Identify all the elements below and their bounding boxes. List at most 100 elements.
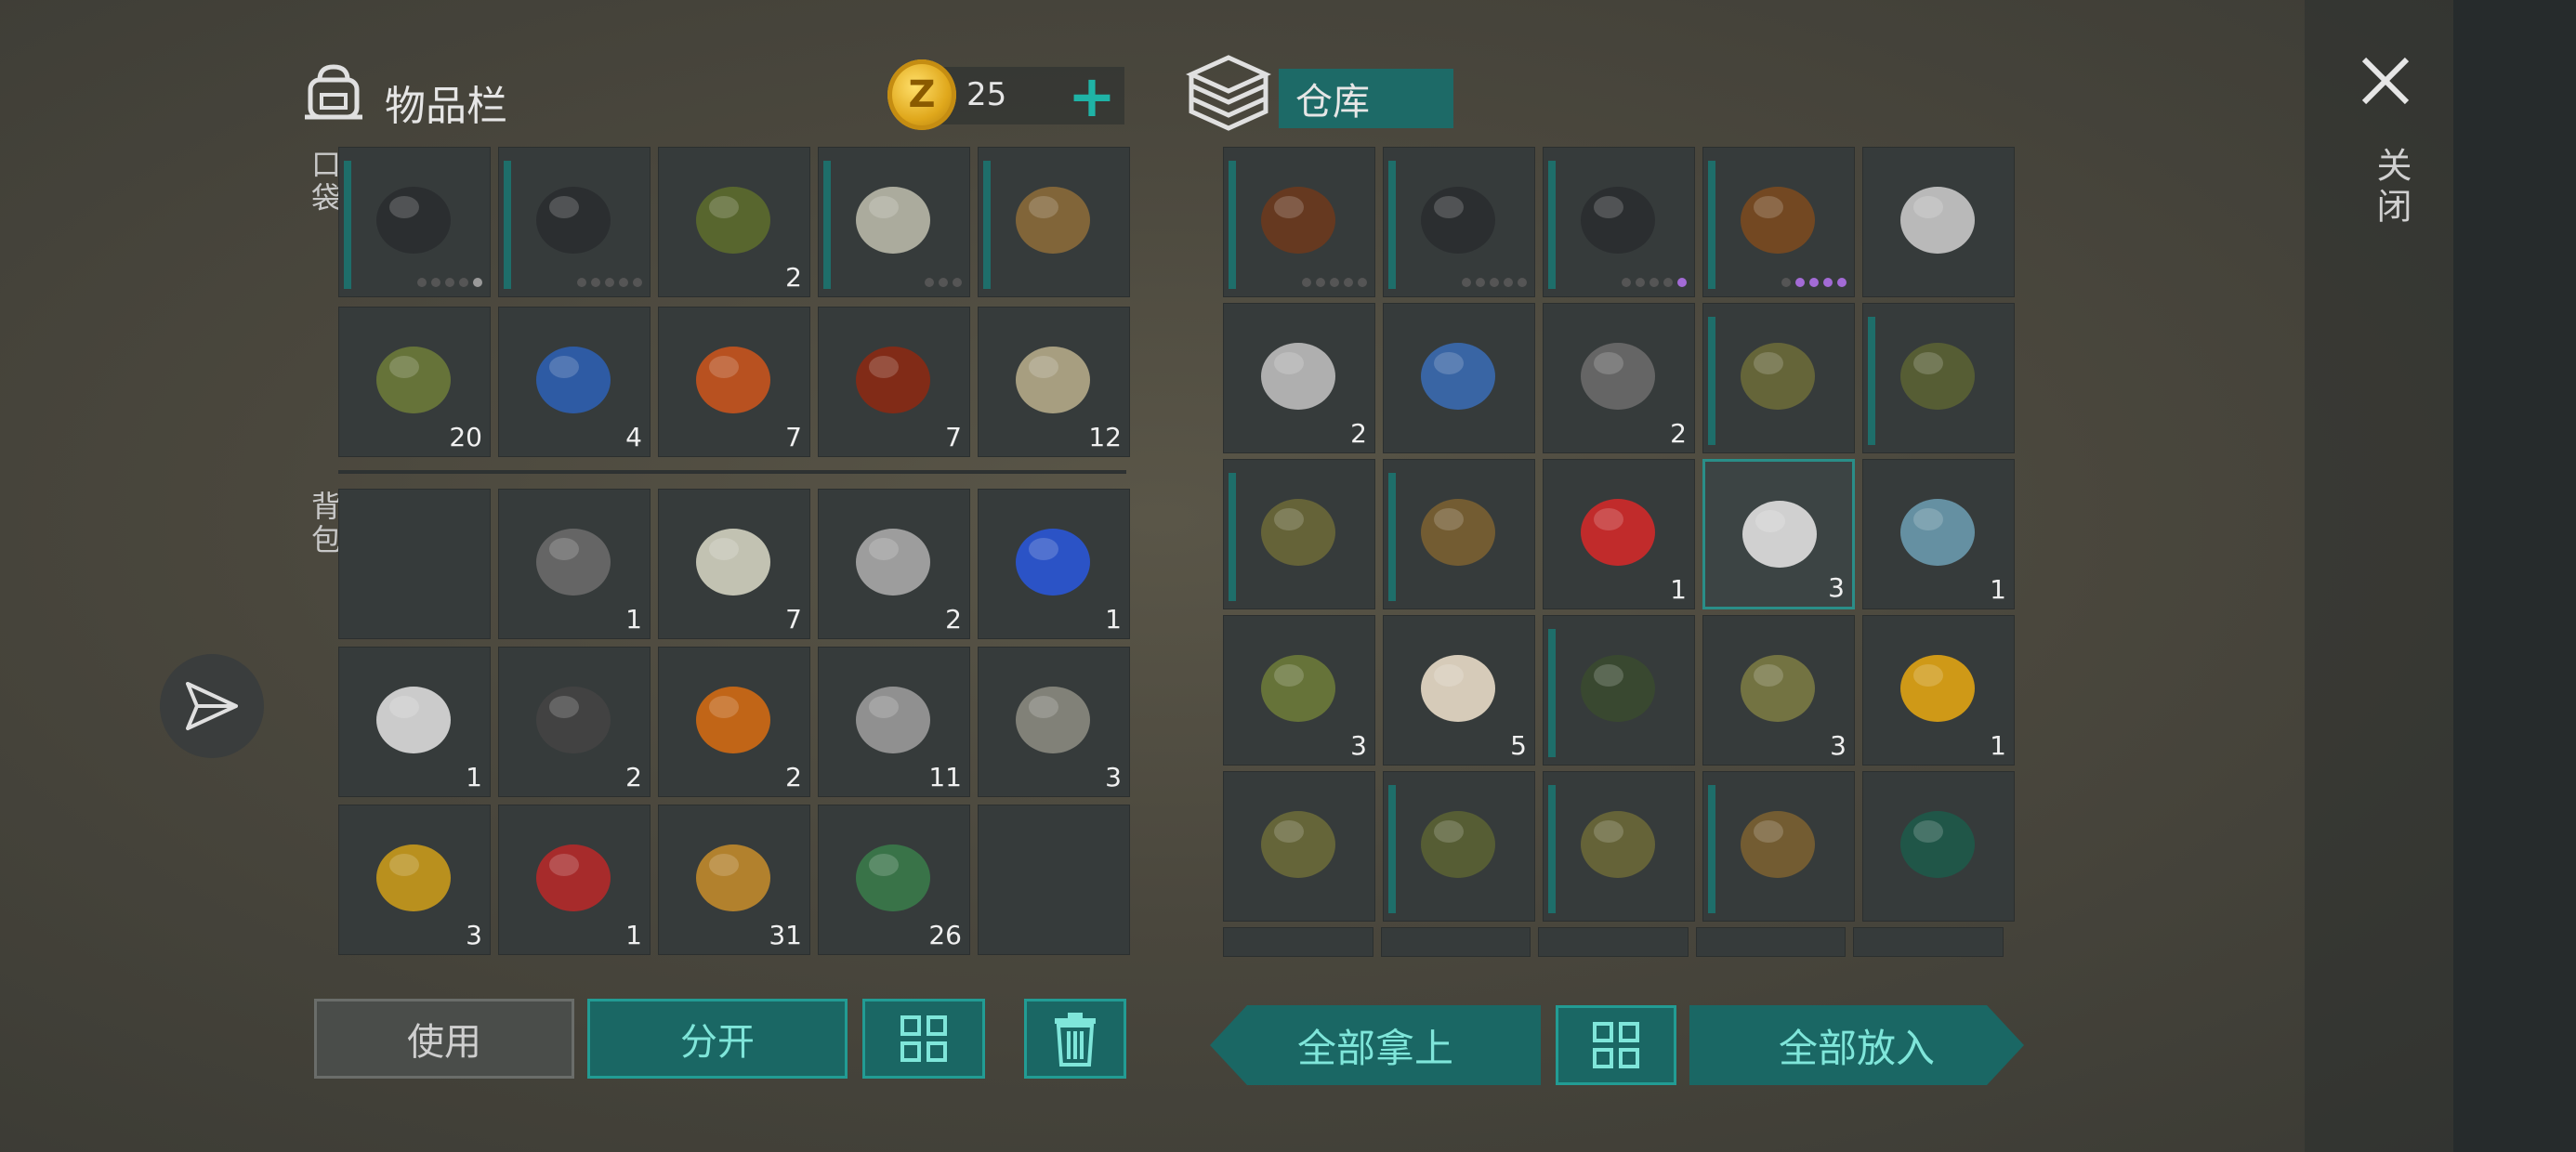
- item-slot[interactable]: 3: [1702, 459, 1855, 609]
- item-slot[interactable]: 7: [658, 307, 810, 457]
- batteries-icon: [681, 664, 785, 768]
- item-slot[interactable]: 1: [1862, 615, 2015, 766]
- take-all-button[interactable]: 全部拿上: [1210, 1005, 1541, 1085]
- item-slot[interactable]: [1702, 771, 1855, 922]
- put-all-button[interactable]: 全部放入: [1689, 1005, 2024, 1085]
- add-coins-button[interactable]: +: [1059, 62, 1124, 130]
- item-slot[interactable]: 2: [1543, 303, 1695, 453]
- c4-bomb-icon: [1886, 789, 1990, 893]
- gold-watch-icon: [361, 822, 466, 926]
- durability-bar: [1708, 785, 1715, 913]
- item-slot[interactable]: [978, 805, 1130, 955]
- item-slot[interactable]: 7: [818, 307, 970, 457]
- upgrade-dots: [1302, 278, 1367, 287]
- item-quantity: 1: [625, 920, 642, 950]
- item-slot[interactable]: 1: [498, 805, 651, 955]
- camo-pants-icon: [1566, 789, 1670, 893]
- item-slot[interactable]: [1223, 459, 1375, 609]
- item-slot[interactable]: [1223, 147, 1375, 297]
- pocket-grid: 2 20 4 7 7 12: [338, 147, 1130, 457]
- send-icon: [186, 682, 238, 730]
- sort-inventory-button[interactable]: [862, 999, 985, 1079]
- item-slot[interactable]: 11: [818, 647, 970, 797]
- item-slot[interactable]: 1: [1543, 459, 1695, 609]
- item-slot[interactable]: 3: [1702, 615, 1855, 766]
- item-slot[interactable]: 2: [1223, 303, 1375, 453]
- item-quantity: 26: [928, 920, 962, 950]
- split-button[interactable]: 分开: [587, 999, 848, 1079]
- coin-count: 25: [966, 76, 1007, 113]
- wire-spool-icon: [1001, 324, 1105, 428]
- item-slot[interactable]: 1: [498, 489, 651, 639]
- survival-kit-coupon-icon: [681, 822, 785, 926]
- item-slot[interactable]: 1: [338, 647, 491, 797]
- item-quantity: 11: [928, 762, 962, 792]
- durability-bar: [344, 161, 351, 289]
- item-slot[interactable]: [1383, 147, 1535, 297]
- light-bulb-icon: [1001, 664, 1105, 768]
- item-slot[interactable]: [1702, 303, 1855, 453]
- item-slot[interactable]: [1862, 771, 2015, 922]
- item-quantity: 2: [785, 762, 802, 792]
- backpack-icon: [305, 64, 362, 120]
- delete-button[interactable]: [1024, 999, 1126, 1079]
- durability-bar: [1868, 317, 1875, 445]
- use-button[interactable]: 使用: [314, 999, 574, 1079]
- jerry-can-icon: [1726, 633, 1830, 737]
- item-quantity: 3: [1830, 730, 1847, 761]
- item-slot[interactable]: 2: [658, 147, 810, 297]
- item-slot[interactable]: 20: [338, 307, 491, 457]
- item-slot[interactable]: 2: [498, 647, 651, 797]
- item-slot[interactable]: [1543, 615, 1695, 766]
- item-slot[interactable]: [1383, 303, 1535, 453]
- item-slot[interactable]: [338, 489, 491, 639]
- storage-tab[interactable]: 仓库: [1279, 69, 1453, 128]
- sort-storage-button[interactable]: [1556, 1005, 1676, 1085]
- item-slot[interactable]: 26: [818, 805, 970, 955]
- item-slot[interactable]: [1543, 147, 1695, 297]
- item-slot[interactable]: 2: [818, 489, 970, 639]
- item-slot[interactable]: [338, 147, 491, 297]
- item-slot[interactable]: [1383, 459, 1535, 609]
- storage-next-row: [1223, 927, 2011, 957]
- boots-icon: [1726, 789, 1830, 893]
- item-slot[interactable]: 5: [1383, 615, 1535, 766]
- grid-icon: [1593, 1022, 1639, 1068]
- item-slot[interactable]: 2: [658, 647, 810, 797]
- item-slot[interactable]: [1702, 147, 1855, 297]
- durability-bar: [983, 161, 991, 289]
- item-slot[interactable]: [498, 147, 651, 297]
- item-slot[interactable]: 31: [658, 805, 810, 955]
- durability-bar: [823, 161, 831, 289]
- storage-grid: 2 2 1 3 1 3 5 3 1: [1223, 147, 2015, 922]
- item-quantity: 2: [1670, 418, 1687, 449]
- silver-ingots-icon: [1728, 478, 1832, 583]
- item-slot[interactable]: 12: [978, 307, 1130, 457]
- white-paint-icon: [361, 664, 466, 768]
- upgrade-dots: [577, 278, 642, 287]
- camo-cap-icon: [1246, 789, 1350, 893]
- item-slot[interactable]: 3: [338, 805, 491, 955]
- close-icon[interactable]: [2359, 54, 2412, 108]
- item-slot[interactable]: [978, 147, 1130, 297]
- send-button[interactable]: [160, 654, 264, 758]
- item-slot[interactable]: 4: [498, 307, 651, 457]
- item-slot[interactable]: 1: [978, 489, 1130, 639]
- upgrade-dots: [1781, 278, 1847, 287]
- far-right-panel: [2453, 0, 2576, 1152]
- durability-bar: [1708, 161, 1715, 289]
- upgrade-dots: [1462, 278, 1527, 287]
- durability-bar: [1548, 161, 1556, 289]
- item-slot[interactable]: 3: [1223, 615, 1375, 766]
- item-slot[interactable]: [818, 147, 970, 297]
- item-slot[interactable]: [1862, 303, 2015, 453]
- item-slot[interactable]: [1223, 771, 1375, 922]
- item-quantity: 7: [785, 604, 802, 635]
- item-slot[interactable]: 3: [978, 647, 1130, 797]
- item-slot[interactable]: [1862, 147, 2015, 297]
- close-label[interactable]: 关闭: [2366, 147, 2417, 229]
- item-slot[interactable]: [1543, 771, 1695, 922]
- item-slot[interactable]: 7: [658, 489, 810, 639]
- item-slot[interactable]: [1383, 771, 1535, 922]
- item-slot[interactable]: 1: [1862, 459, 2015, 609]
